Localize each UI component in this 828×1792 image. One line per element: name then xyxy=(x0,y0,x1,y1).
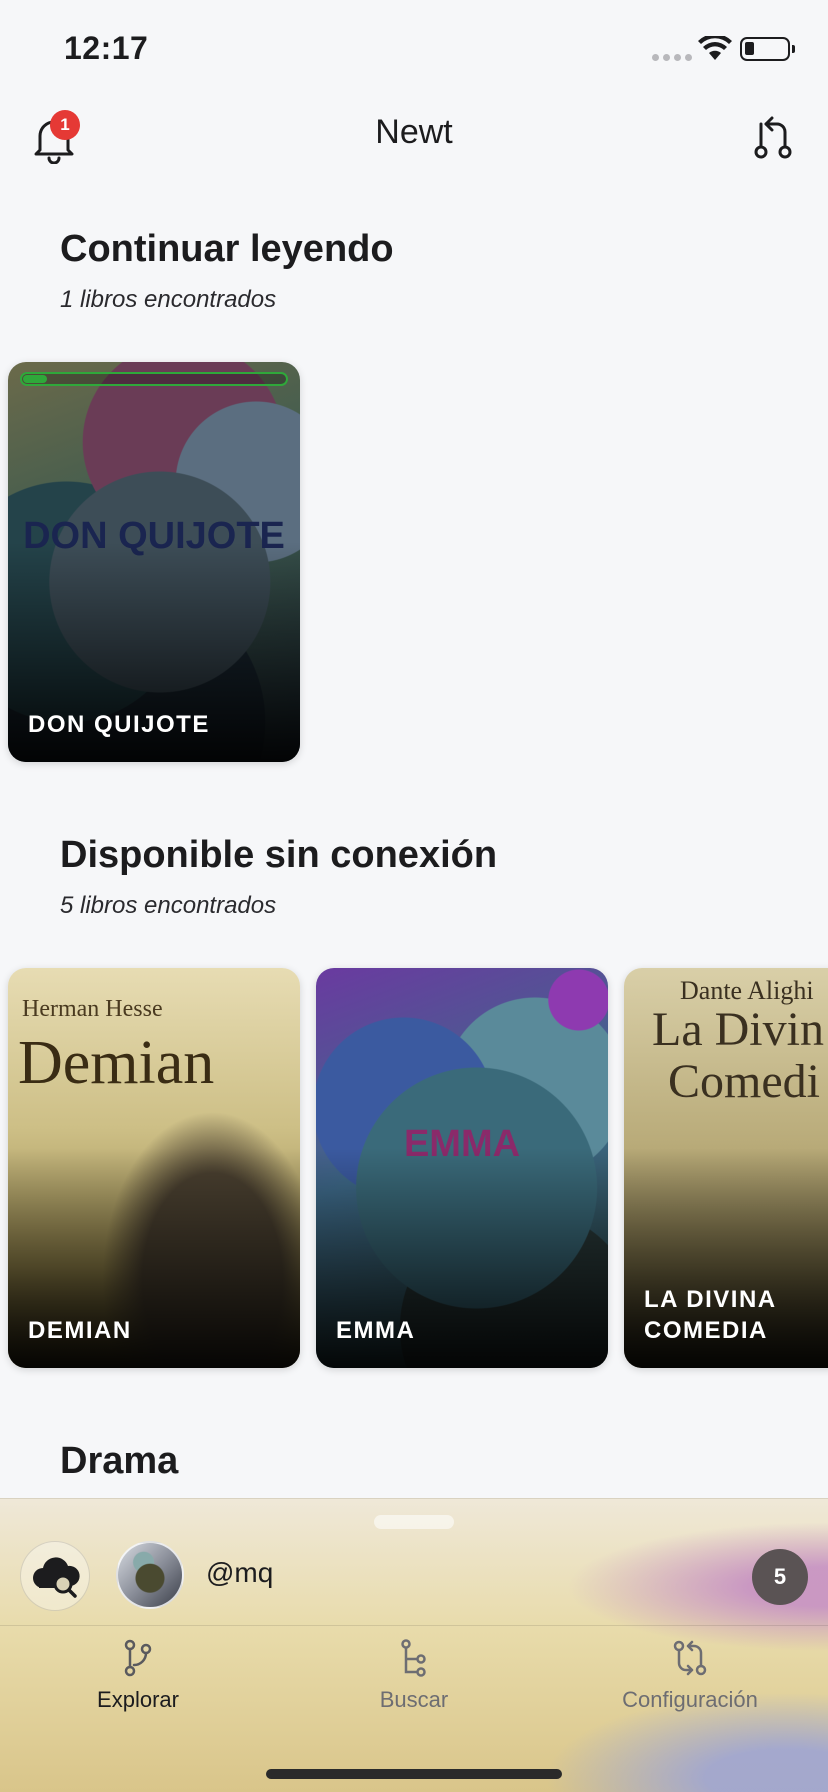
cover-title-line2: Comedi xyxy=(668,1055,820,1108)
git-compare-icon[interactable] xyxy=(752,112,794,160)
count-badge[interactable]: 5 xyxy=(752,1549,808,1605)
section-title-continue: Continuar leyendo xyxy=(60,228,394,270)
sheet-grabber[interactable] xyxy=(374,1515,454,1529)
tab-divider xyxy=(0,1625,828,1626)
home-indicator xyxy=(266,1769,562,1779)
avatar[interactable] xyxy=(116,1541,184,1609)
screen: 12:17 1 Newt Continuar leyendo 1 libros … xyxy=(0,0,828,1792)
section-title-drama: Drama xyxy=(60,1440,179,1482)
section-subtitle-offline: 5 libros encontrados xyxy=(60,892,277,919)
cloud-search-icon xyxy=(33,1557,80,1598)
section-subtitle-continue: 1 libros encontrados xyxy=(60,286,277,313)
cloud-search-button[interactable] xyxy=(20,1541,90,1611)
section-title-offline: Disponible sin conexión xyxy=(60,834,498,876)
tab-configuracion[interactable]: Configuración xyxy=(580,1639,800,1713)
app-title: Newt xyxy=(375,113,453,151)
tab-label: Buscar xyxy=(379,1687,449,1712)
git-fork-icon xyxy=(124,1639,152,1677)
book-card-demian[interactable]: Herman Hesse Demian DEMIAN xyxy=(8,968,300,1368)
status-time: 12:17 xyxy=(64,30,149,66)
cover-title: La Divin Comedi xyxy=(652,1004,824,1108)
book-title: LA DIVINA COMEDIA xyxy=(644,1286,776,1344)
wifi-icon xyxy=(698,36,732,60)
tab-label: Configuración xyxy=(622,1687,758,1712)
cover-author: Dante Alighi xyxy=(680,976,814,1005)
username: @mq xyxy=(206,1557,274,1588)
bottom-panel: @mq 5 Explorar Buscar Configuración xyxy=(0,1498,828,1792)
reading-progress-bar xyxy=(20,372,288,386)
status-bar: 12:17 xyxy=(0,0,828,98)
book-title: DON QUIJOTE xyxy=(28,711,210,738)
book-title: EMMA xyxy=(336,1317,416,1344)
cover-author: Herman Hesse xyxy=(22,996,163,1022)
tab-explorar[interactable]: Explorar xyxy=(28,1639,248,1713)
reading-progress-fill xyxy=(23,375,47,383)
book-card-emma[interactable]: EMMA EMMA xyxy=(316,968,608,1368)
book-card-la-divina-comedia[interactable]: Dante Alighi La Divin Comedi LA DIVINA C… xyxy=(624,968,828,1368)
book-title: DEMIAN xyxy=(28,1317,132,1344)
tab-buscar[interactable]: Buscar xyxy=(304,1639,524,1713)
git-compare-icon xyxy=(673,1640,707,1676)
signal-icon xyxy=(652,54,692,61)
tab-label: Explorar xyxy=(97,1687,179,1712)
cover-title: Demian xyxy=(18,1029,215,1097)
git-tree-icon xyxy=(401,1639,426,1677)
cover-title-line1: La Divin xyxy=(652,1003,824,1056)
book-card-don-quijote[interactable]: DON QUIJOTE DON QUIJOTE xyxy=(8,362,300,762)
battery-icon xyxy=(740,37,795,61)
